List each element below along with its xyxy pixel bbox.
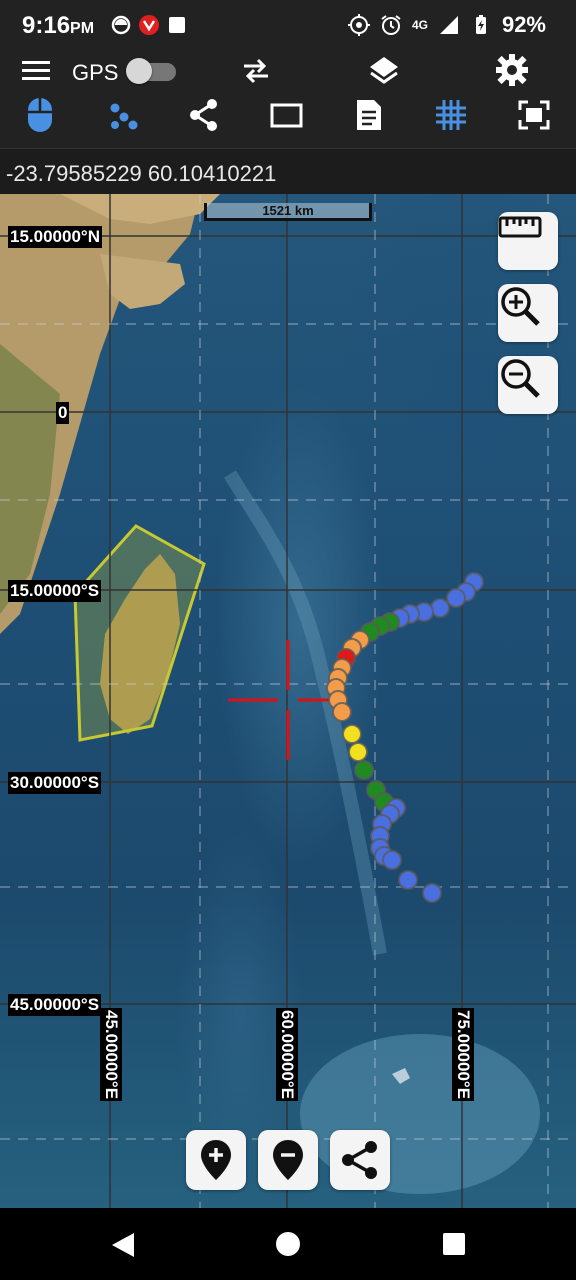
lon-label-75e: 75.00000°E <box>452 1008 474 1102</box>
remove-marker-icon <box>273 1140 303 1180</box>
scale-label: 1521 km <box>207 203 369 218</box>
status-bar: 9:16PM 4G 92% <box>0 0 576 52</box>
coordinate-bar: -23.79585229 60.10410221 <box>0 148 576 194</box>
scale-bar: 1521 km <box>204 203 372 221</box>
zoom-in-icon <box>501 287 540 326</box>
ruler-button[interactable] <box>498 212 558 270</box>
add-marker-button[interactable] <box>186 1130 246 1190</box>
notification-square-icon <box>169 17 185 33</box>
points-icon[interactable] <box>106 100 138 130</box>
signal-icon <box>439 16 458 34</box>
system-navigation-bar <box>0 1208 576 1280</box>
battery-charging-icon <box>475 15 486 34</box>
vpn-shield-icon <box>139 15 159 35</box>
lat-label-30s: 30.00000°S <box>8 772 102 794</box>
gps-toggle[interactable] <box>126 58 176 84</box>
track-point[interactable] <box>342 724 362 744</box>
location-target-icon <box>347 14 370 36</box>
remove-marker-button[interactable] <box>258 1130 318 1190</box>
track-point[interactable] <box>382 850 402 870</box>
share-icon <box>342 1141 377 1179</box>
back-icon[interactable] <box>110 1231 136 1259</box>
fit-screen-icon[interactable] <box>518 100 550 130</box>
gps-toggle-thumb <box>126 58 152 84</box>
lon-label-60e: 60.00000°E <box>276 1008 298 1102</box>
swap-icon[interactable] <box>240 56 272 86</box>
lat-label-15s: 15.00000°S <box>8 580 102 602</box>
lat-label-15n: 15.00000°N <box>8 226 102 248</box>
track-point[interactable] <box>398 870 418 890</box>
share-button[interactable] <box>330 1130 390 1190</box>
grid-icon[interactable] <box>434 98 468 132</box>
home-icon[interactable] <box>275 1231 301 1257</box>
lat-label-45s: 45.00000°S <box>8 994 102 1016</box>
track-point[interactable] <box>422 883 442 903</box>
share-nodes-icon[interactable] <box>188 98 220 132</box>
zoom-out-button[interactable] <box>498 356 558 414</box>
track-point[interactable] <box>348 742 368 762</box>
ocean-ridge <box>223 470 387 956</box>
layers-icon[interactable] <box>368 54 400 86</box>
alarm-icon <box>381 15 401 35</box>
track-point[interactable] <box>354 760 374 780</box>
track-point[interactable] <box>332 702 352 722</box>
track-point[interactable] <box>446 588 466 608</box>
status-right-icons: 4G 92% <box>347 12 546 38</box>
mouse-icon[interactable] <box>26 96 54 134</box>
add-marker-icon <box>201 1140 231 1180</box>
zoom-out-icon <box>501 359 540 398</box>
battery-level: 92% <box>501 12 546 37</box>
lat-label-0: 0 <box>56 402 70 424</box>
network-type: 4G <box>411 18 428 32</box>
data-saver-icon <box>111 15 131 35</box>
coordinate-readout: -23.79585229 60.10410221 <box>6 161 277 186</box>
track-points <box>326 572 484 903</box>
settings-icon[interactable] <box>496 54 528 86</box>
status-time-ampm: PM <box>70 20 95 37</box>
ruler-icon <box>498 216 542 238</box>
zoom-in-button[interactable] <box>498 284 558 342</box>
document-icon[interactable] <box>354 98 384 132</box>
map-view[interactable]: 1521 km 15.00000°N 0 15.00000°S 30.00000… <box>0 194 576 1208</box>
lon-label-45e: 45.00000°E <box>100 1008 122 1102</box>
menu-icon[interactable] <box>22 58 50 84</box>
selection-polygon[interactable] <box>73 524 206 742</box>
status-time: 9:16PM <box>22 12 94 40</box>
rectangle-icon[interactable] <box>270 102 304 130</box>
gps-label: GPS <box>72 60 119 85</box>
status-time-value: 9:16 <box>22 12 71 39</box>
notification-icons <box>110 14 188 36</box>
recents-icon[interactable] <box>442 1232 466 1256</box>
